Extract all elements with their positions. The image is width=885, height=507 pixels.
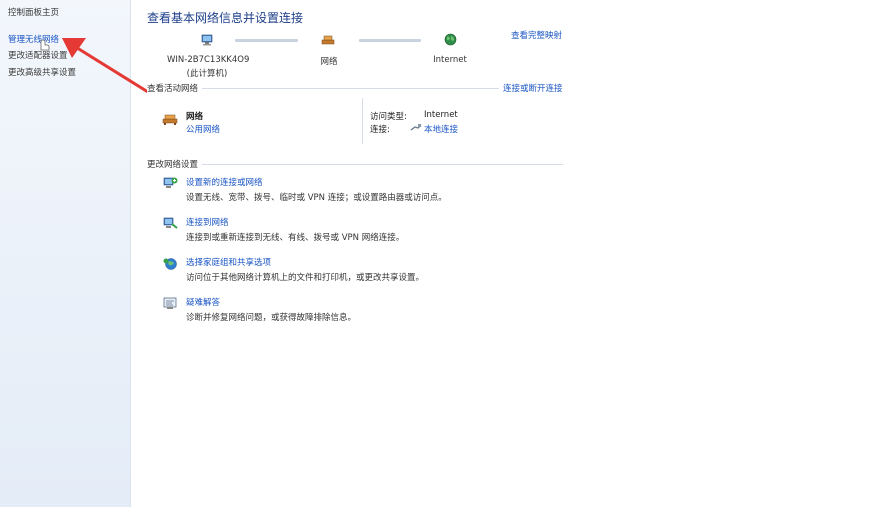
active-networks-divider <box>362 98 363 144</box>
troubleshoot-icon <box>163 297 177 309</box>
computer-name: WIN-2B7C13KK4O9 <box>167 55 250 65</box>
task-homegroup-link[interactable]: 选择家庭组和共享选项 <box>186 256 271 268</box>
internet-node-label: Internet <box>433 55 467 65</box>
connection-line-2 <box>359 39 421 42</box>
setup-connection-icon <box>163 177 178 188</box>
connection-label: 连接: <box>370 125 390 135</box>
main-content: 查看基本网络信息并设置连接 查看完整映射 WIN-2B7C13KK4O9 (此计… <box>131 0 885 507</box>
ethernet-connection-icon <box>410 124 422 131</box>
change-settings-header: 更改网络设置 <box>147 158 203 170</box>
computer-note: (此计算机) <box>186 69 228 79</box>
control-panel-home-link[interactable]: 控制面板主页 <box>8 6 59 18</box>
network-icon <box>321 35 335 45</box>
active-networks-header: 查看活动网络 <box>147 82 203 94</box>
task-homegroup-desc: 访问位于其他网络计算机上的文件和打印机，或更改共享设置。 <box>186 273 425 283</box>
network-type-link[interactable]: 公用网络 <box>186 123 220 135</box>
task-setup-connection-desc: 设置无线、宽带、拨号、临时或 VPN 连接；或设置路由器或访问点。 <box>186 193 447 203</box>
homegroup-icon <box>163 258 177 270</box>
task-troubleshoot-link[interactable]: 疑难解答 <box>186 296 220 308</box>
access-type-label: 访问类型: <box>370 112 407 122</box>
connection-line-1 <box>235 39 298 42</box>
task-connect-network-desc: 连接到或重新连接到无线、有线、拨号或 VPN 网络连接。 <box>186 233 405 243</box>
local-connection-link[interactable]: 本地连接 <box>424 123 458 135</box>
task-connect-network-link[interactable]: 连接到网络 <box>186 216 229 228</box>
change-settings-separator <box>147 164 563 165</box>
network-bench-icon <box>162 114 178 125</box>
full-map-link[interactable]: 查看完整映射 <box>511 29 562 41</box>
page-title: 查看基本网络信息并设置连接 <box>147 11 304 25</box>
computer-icon <box>201 34 213 46</box>
access-type-value: Internet <box>424 110 458 120</box>
connect-network-icon <box>163 217 178 229</box>
task-setup-connection-link[interactable]: 设置新的连接或网络 <box>186 176 263 188</box>
mouse-pointer-icon <box>40 39 50 51</box>
globe-icon <box>444 33 457 46</box>
active-network-name: 网络 <box>186 112 204 122</box>
network-node-label: 网络 <box>320 57 338 67</box>
task-troubleshoot-desc: 诊断并修复网络问题，或获得故障排除信息。 <box>186 313 357 323</box>
connect-disconnect-link[interactable]: 连接或断开连接 <box>499 82 563 94</box>
